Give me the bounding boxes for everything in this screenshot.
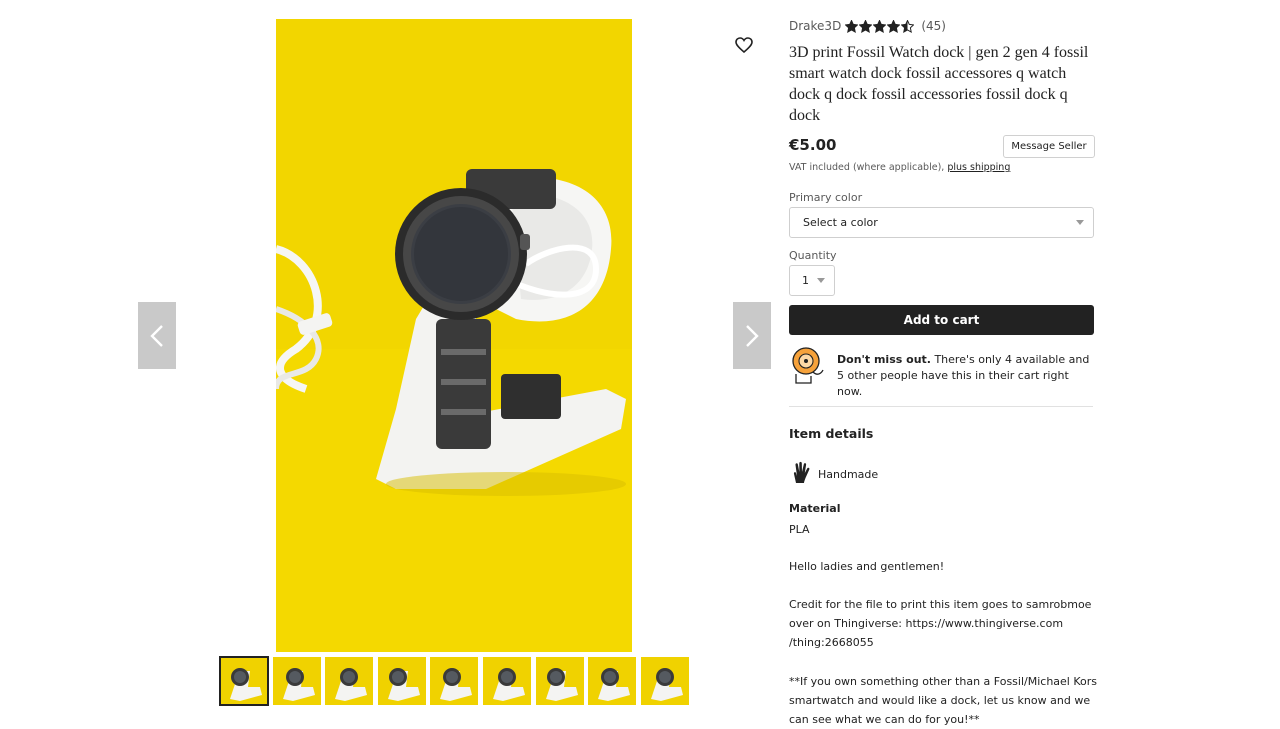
- watch-dock-thumbnail: [536, 657, 584, 705]
- description-line: Credit for the file to print this item g…: [789, 598, 1092, 611]
- vat-note: VAT included (where applicable), plus sh…: [789, 162, 1010, 173]
- chevron-down-icon: [817, 278, 825, 283]
- description-line: over on Thingiverse: https://www.thingiv…: [789, 617, 1064, 630]
- description-paragraph: Hello ladies and gentlemen!: [789, 557, 1089, 576]
- primary-color-select[interactable]: Select a color: [789, 207, 1094, 238]
- previous-image-button[interactable]: [138, 302, 176, 369]
- star-icon: [873, 19, 887, 33]
- star-rating[interactable]: [845, 19, 915, 33]
- urgency-message: Don't miss out. There's only 4 available…: [837, 352, 1093, 400]
- thumbnail-image[interactable]: [641, 657, 689, 705]
- main-product-image[interactable]: [276, 19, 632, 652]
- chevron-down-icon: [1076, 220, 1084, 225]
- description-paragraph: Credit for the file to print this item g…: [789, 595, 1092, 652]
- star-icon: [901, 19, 915, 33]
- review-count[interactable]: (45): [921, 19, 946, 33]
- watch-dock-thumbnail: [273, 657, 321, 705]
- next-image-button[interactable]: [733, 302, 771, 369]
- thumbnail-image[interactable]: [483, 657, 531, 705]
- quantity-value: 1: [802, 274, 809, 287]
- vat-text: VAT included (where applicable),: [789, 162, 945, 173]
- section-divider: [789, 406, 1093, 407]
- shop-rating-row: Drake3D (45): [789, 19, 946, 33]
- thumbnail-image[interactable]: [378, 657, 426, 705]
- star-icon: [845, 19, 859, 33]
- urgency-notice: Don't miss out. There's only 4 available…: [789, 346, 1095, 398]
- handmade-label: Handmade: [818, 468, 879, 481]
- thumbnail-image[interactable]: [536, 657, 584, 705]
- shop-name-link[interactable]: Drake3D: [789, 19, 841, 33]
- thumbnail-image[interactable]: [430, 657, 478, 705]
- thumbnail-image[interactable]: [325, 657, 373, 705]
- star-icon: [859, 19, 873, 33]
- item-details-heading[interactable]: Item details: [789, 426, 873, 441]
- add-to-cart-button[interactable]: Add to cart: [789, 305, 1094, 335]
- watch-dock-thumbnail: [588, 657, 636, 705]
- thumbnail-image[interactable]: [273, 657, 321, 705]
- chevron-right-icon: [746, 324, 759, 347]
- watch-dock-thumbnail: [378, 657, 426, 705]
- primary-color-value: Select a color: [803, 216, 878, 229]
- watch-dock-thumbnail: [220, 657, 268, 705]
- star-icon: [887, 19, 901, 33]
- description-line: /thing:2668055: [789, 636, 874, 649]
- heart-icon: [735, 37, 753, 54]
- description-line: Hello ladies and gentlemen!: [789, 560, 945, 573]
- message-seller-button[interactable]: Message Seller: [1003, 135, 1095, 158]
- description-line: **If you own something other than a Foss…: [789, 675, 1098, 688]
- watch-dock-thumbnail: [483, 657, 531, 705]
- watch-dock-photo: [276, 19, 632, 652]
- watch-dock-thumbnail: [641, 657, 689, 705]
- description-line: smartwatch and would like a dock, let us…: [789, 694, 1091, 707]
- primary-color-label: Primary color: [789, 191, 863, 204]
- chevron-left-icon: [150, 324, 163, 347]
- favorite-button[interactable]: [734, 35, 754, 55]
- watch-dock-thumbnail: [430, 657, 478, 705]
- thumbnail-image[interactable]: [588, 657, 636, 705]
- plus-shipping-link[interactable]: plus shipping: [947, 162, 1010, 173]
- material-heading: Material: [789, 502, 841, 515]
- urgency-bold: Don't miss out.: [837, 353, 931, 366]
- material-value: PLA: [789, 523, 810, 536]
- watch-dock-thumbnail: [325, 657, 373, 705]
- product-title: 3D print Fossil Watch dock | gen 2 gen 4…: [789, 44, 1089, 124]
- quantity-select[interactable]: 1: [789, 265, 835, 296]
- quantity-label: Quantity: [789, 249, 837, 262]
- thumbnail-image[interactable]: [219, 656, 269, 706]
- product-price: €5.00: [789, 136, 837, 154]
- alarm-bell-icon: [792, 347, 824, 384]
- description-paragraph: **If you own something other than a Foss…: [789, 672, 1098, 729]
- hand-icon: [793, 461, 810, 483]
